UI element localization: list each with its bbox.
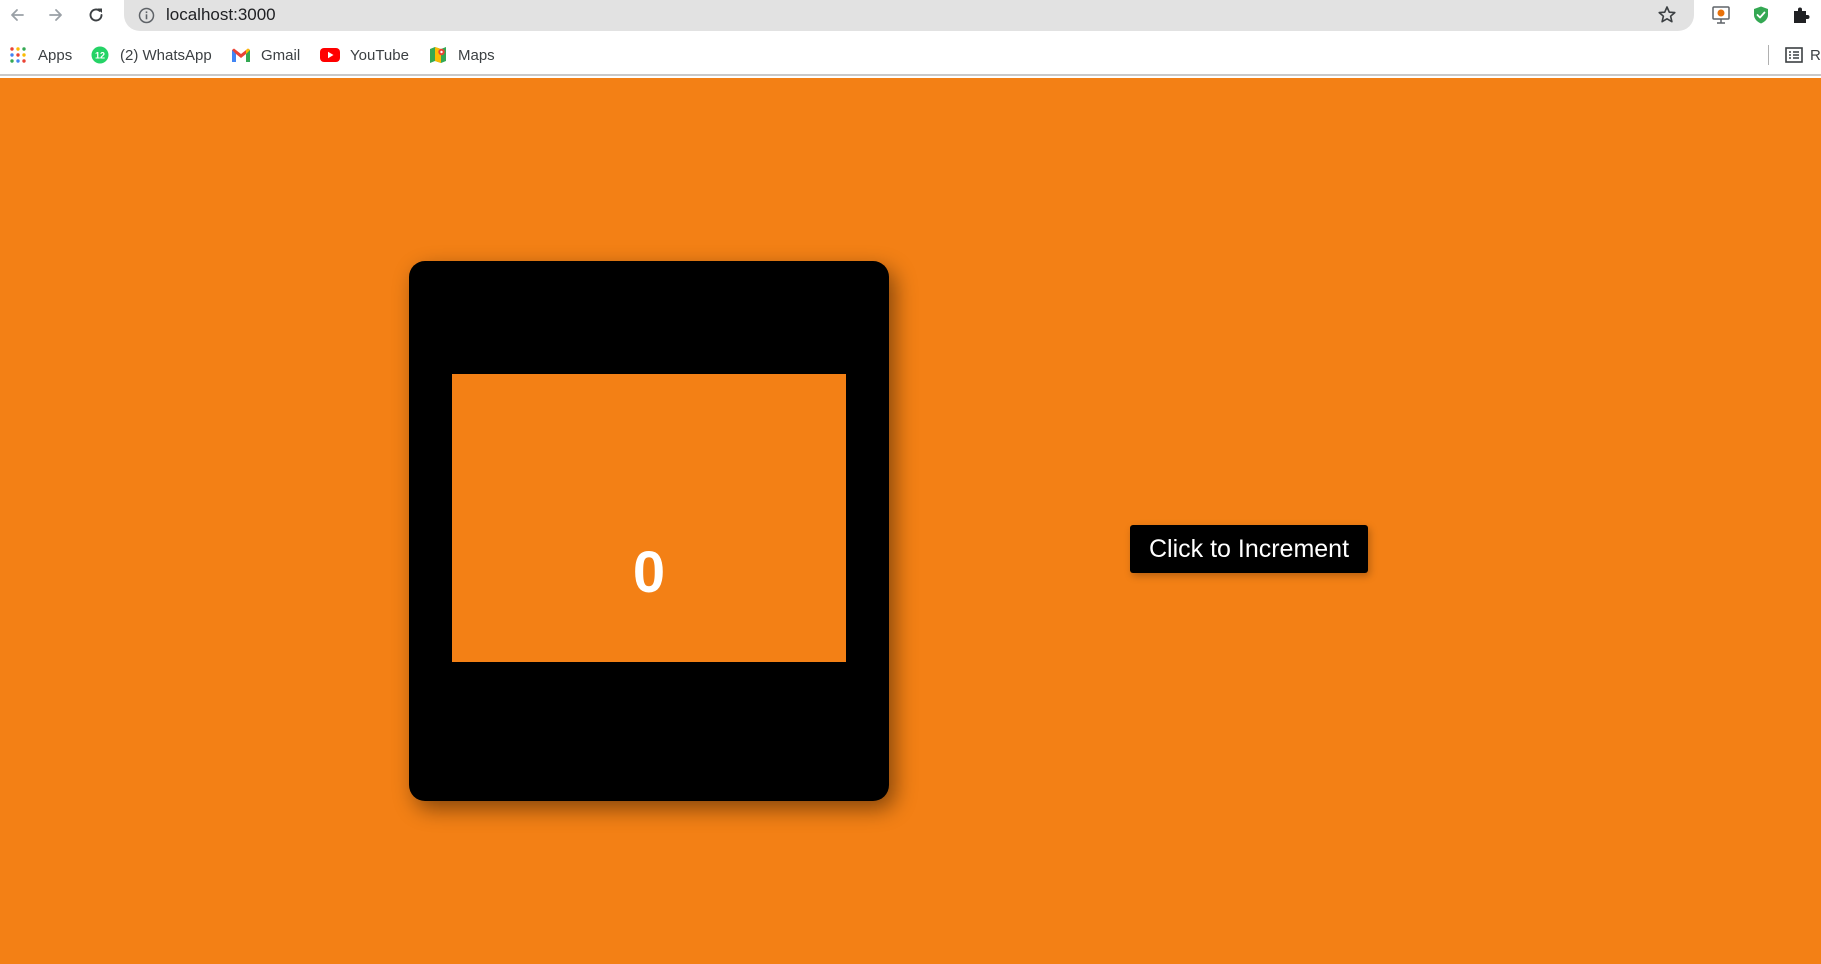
increment-button[interactable]: Click to Increment <box>1130 525 1368 573</box>
bookmark-star-icon[interactable] <box>1656 4 1678 26</box>
bookmark-gmail[interactable]: Gmail <box>231 43 300 67</box>
back-button[interactable] <box>4 2 30 28</box>
bookmark-maps[interactable]: Maps <box>428 43 495 67</box>
reading-list-button[interactable]: R <box>1784 43 1821 67</box>
counter-value: 0 <box>632 540 666 605</box>
counter-card: 0 <box>409 261 889 801</box>
extensions-puzzle-icon[interactable] <box>1789 3 1813 27</box>
site-info-icon[interactable] <box>138 7 155 24</box>
extension-shield-icon[interactable] <box>1749 3 1773 27</box>
bookmarks-divider <box>1768 45 1769 65</box>
bookmark-youtube[interactable]: YouTube <box>320 43 409 67</box>
maps-icon <box>428 45 448 65</box>
browser-toolbar: localhost:3000 <box>0 0 1821 31</box>
forward-button[interactable] <box>43 2 69 28</box>
apps-grid-icon <box>8 45 28 65</box>
address-bar[interactable]: localhost:3000 <box>124 0 1694 31</box>
gmail-icon <box>231 45 251 65</box>
bookmark-label: Apps <box>38 46 73 64</box>
forward-arrow-icon <box>49 9 62 21</box>
bookmarks-bar: Apps 12 (2) WhatsApp Gmail YouTube Maps … <box>0 31 1821 76</box>
counter-display: 0 <box>452 374 846 662</box>
reading-list-label: R <box>1810 46 1821 64</box>
bookmark-label: YouTube <box>350 46 409 64</box>
whatsapp-icon: 12 <box>90 45 110 65</box>
extension-presentation-icon[interactable] <box>1709 3 1733 27</box>
reading-list-icon <box>1784 45 1804 65</box>
reload-icon <box>89 8 103 22</box>
reload-button[interactable] <box>83 2 109 28</box>
bookmark-label: Gmail <box>261 46 301 64</box>
bookmark-whatsapp[interactable]: 12 (2) WhatsApp <box>90 43 212 67</box>
bookmark-label: Maps <box>458 46 495 64</box>
bookmark-label: (2) WhatsApp <box>120 46 212 64</box>
whatsapp-badge: 12 <box>95 51 105 61</box>
bookmark-apps[interactable]: Apps <box>8 43 72 67</box>
youtube-icon <box>320 45 340 65</box>
page-background: 0 Click to Increment <box>0 78 1821 964</box>
back-arrow-icon <box>11 9 24 21</box>
url-text[interactable]: localhost:3000 <box>166 4 276 26</box>
